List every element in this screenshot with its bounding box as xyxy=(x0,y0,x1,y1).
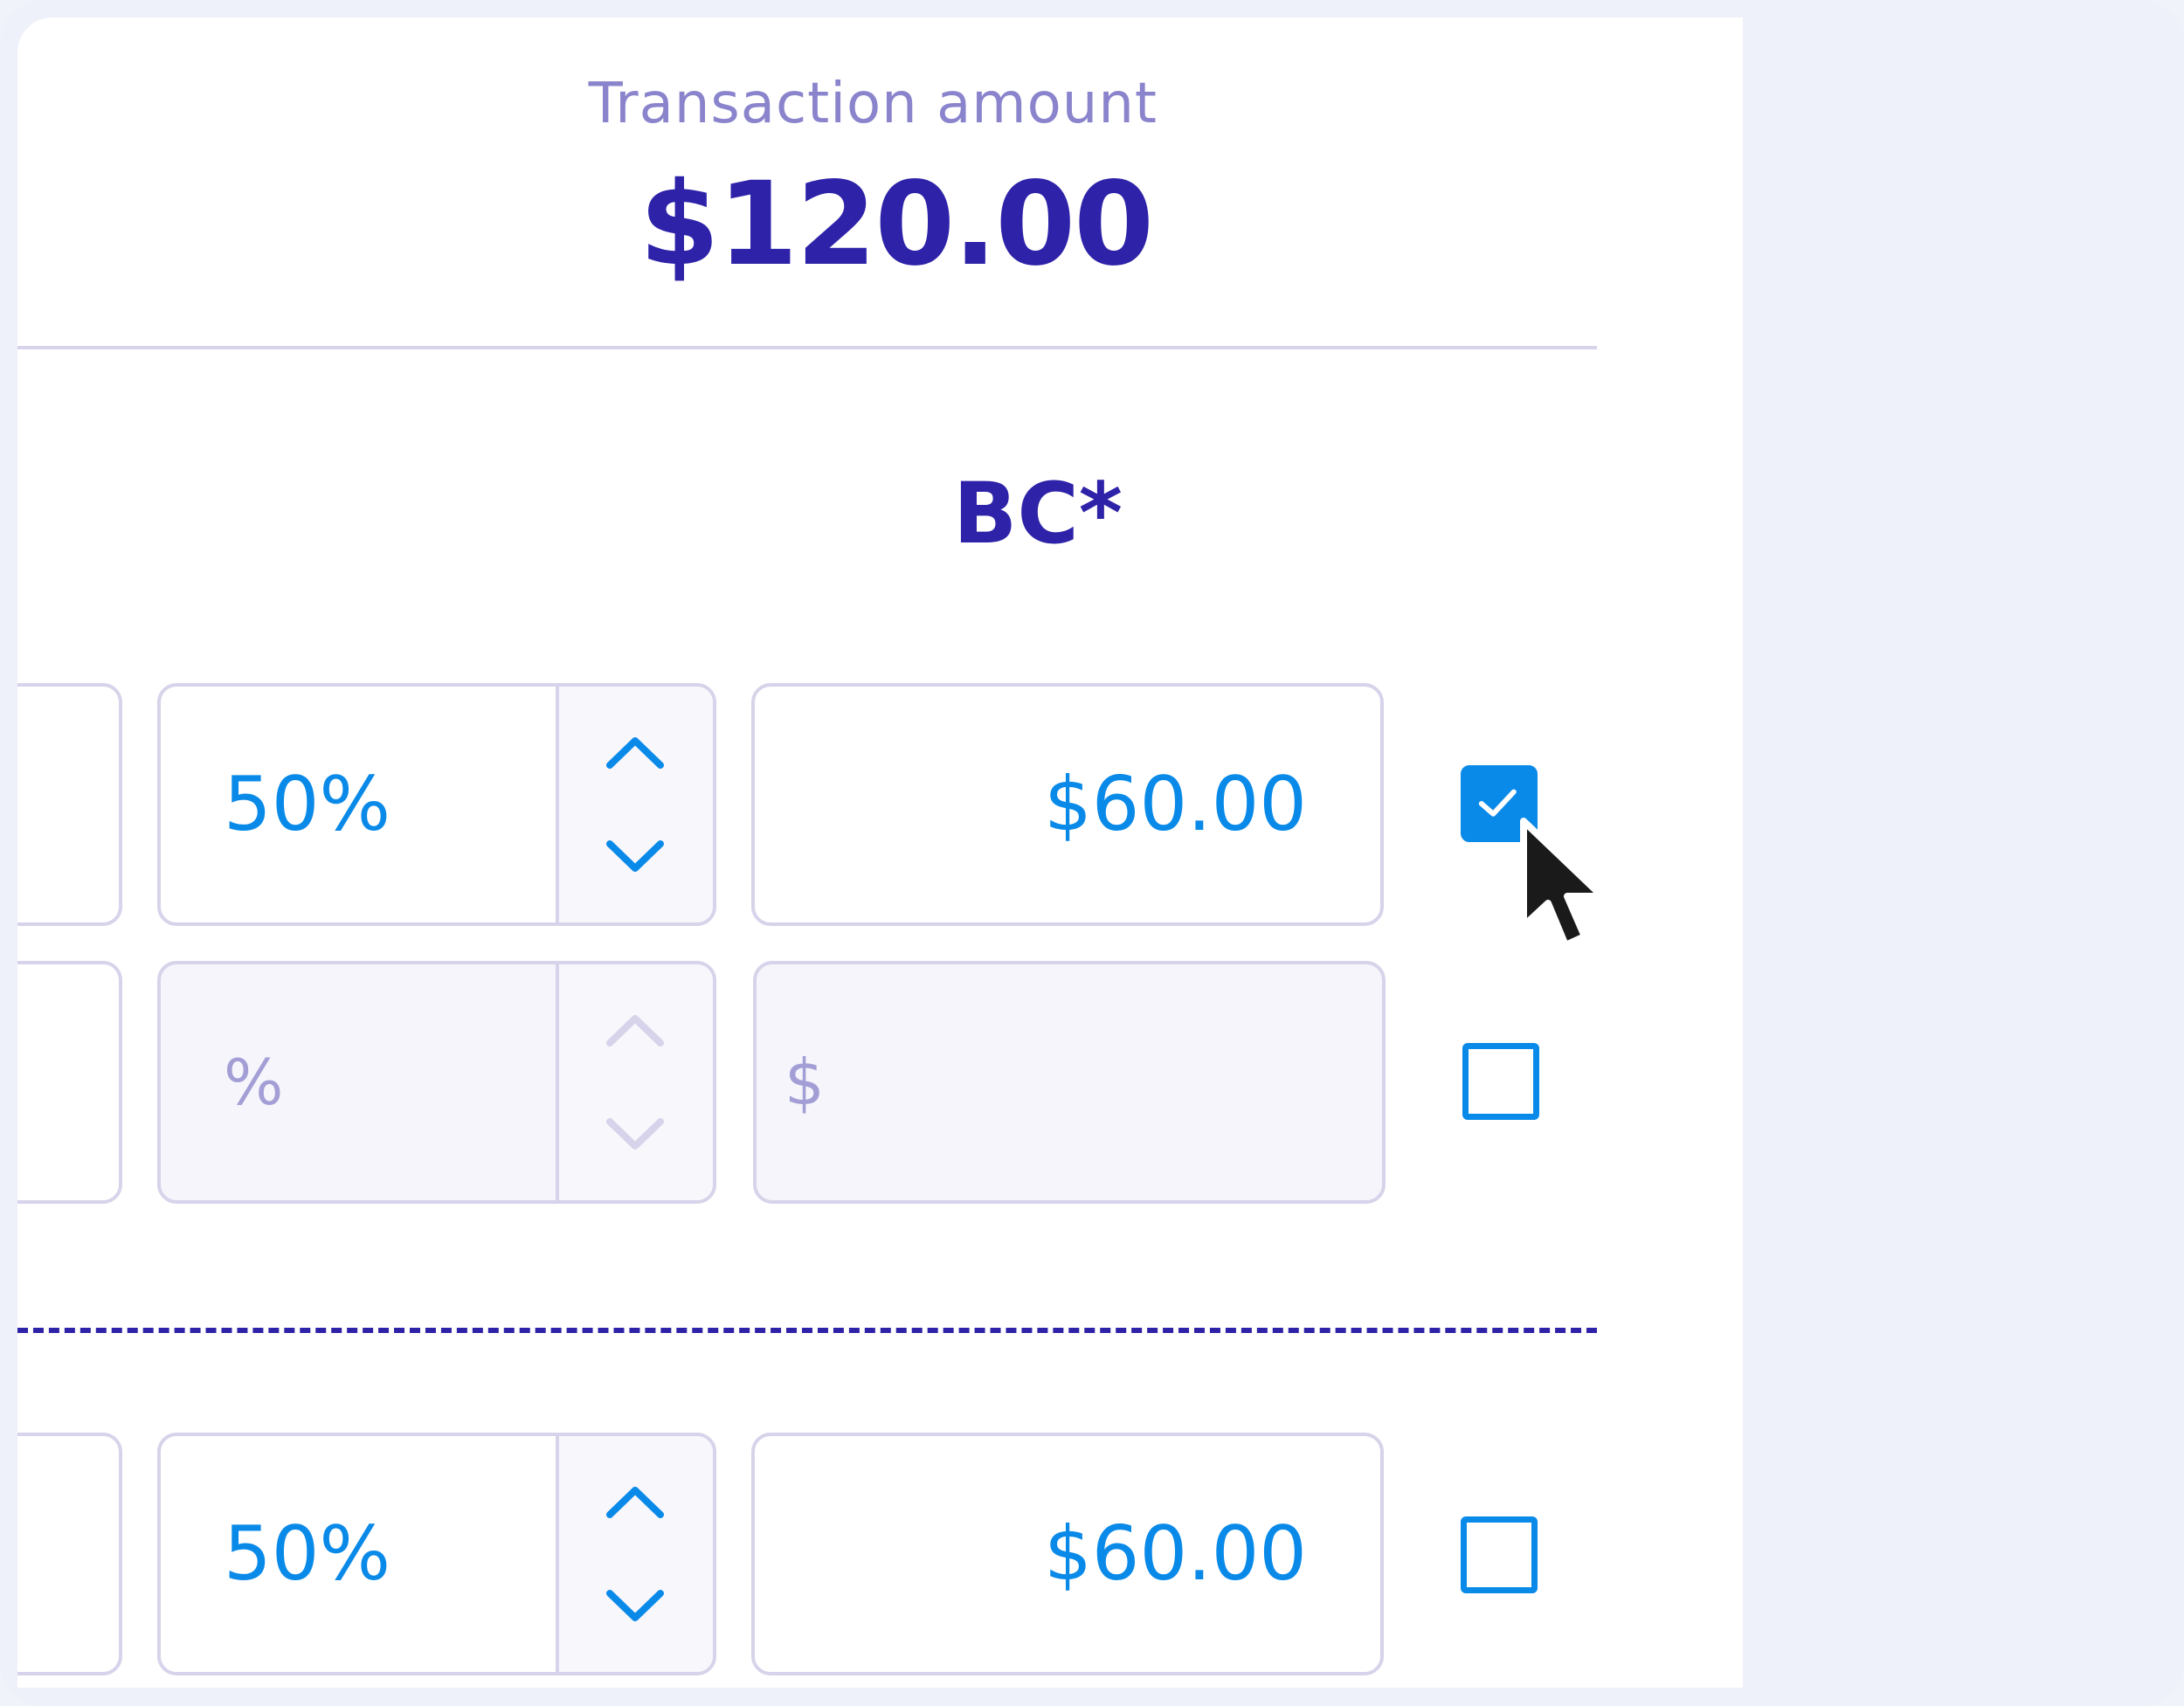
transaction-amount-value: $120.00 xyxy=(639,157,1154,292)
row-2-stepper-controls xyxy=(556,964,713,1200)
row-2-dollar-field[interactable]: $ xyxy=(753,961,1386,1204)
row-1-name-field[interactable] xyxy=(17,683,122,926)
row-2-percent-placeholder: % xyxy=(224,1046,284,1119)
chevron-down-icon[interactable] xyxy=(605,1116,666,1151)
row-3-dollar-field[interactable]: $60.00 xyxy=(751,1433,1384,1675)
row-3-percent-stepper[interactable]: 50% xyxy=(157,1433,716,1675)
chevron-up-icon[interactable] xyxy=(605,736,666,770)
row-2-checkbox[interactable] xyxy=(1462,1043,1539,1120)
row-1-stepper-controls xyxy=(556,687,713,922)
mouse-cursor-icon xyxy=(1520,818,1606,949)
transaction-amount-label: Transaction amount xyxy=(588,72,1158,136)
row-3-dollar-value: $60.00 xyxy=(1044,1510,1307,1598)
chevron-up-icon[interactable] xyxy=(605,1013,666,1048)
chevron-down-icon[interactable] xyxy=(605,1588,666,1623)
section-dashed-divider xyxy=(17,1328,1597,1333)
chevron-down-icon[interactable] xyxy=(605,839,666,874)
row-1-dollar-field[interactable]: $60.00 xyxy=(751,683,1384,926)
row-1-percent-value: 50% xyxy=(224,761,391,848)
row-3-percent-value: 50% xyxy=(224,1510,391,1598)
header-divider xyxy=(17,346,1597,349)
row-3-checkbox[interactable] xyxy=(1461,1516,1538,1593)
chevron-up-icon[interactable] xyxy=(605,1485,666,1520)
row-2-percent-stepper[interactable]: % xyxy=(157,961,716,1204)
row-2-name-field[interactable] xyxy=(17,961,122,1204)
row-2-dollar-placeholder: $ xyxy=(784,1046,825,1119)
row-3-stepper-controls xyxy=(556,1436,713,1672)
split-panel: Transaction amount $120.00 BC* 50% $60.0… xyxy=(17,17,1743,1688)
row-3-name-field[interactable] xyxy=(17,1433,122,1675)
row-1-percent-stepper[interactable]: 50% xyxy=(157,683,716,926)
bc-column-header: BC* xyxy=(953,465,1123,563)
row-1-dollar-value: $60.00 xyxy=(1044,761,1307,848)
